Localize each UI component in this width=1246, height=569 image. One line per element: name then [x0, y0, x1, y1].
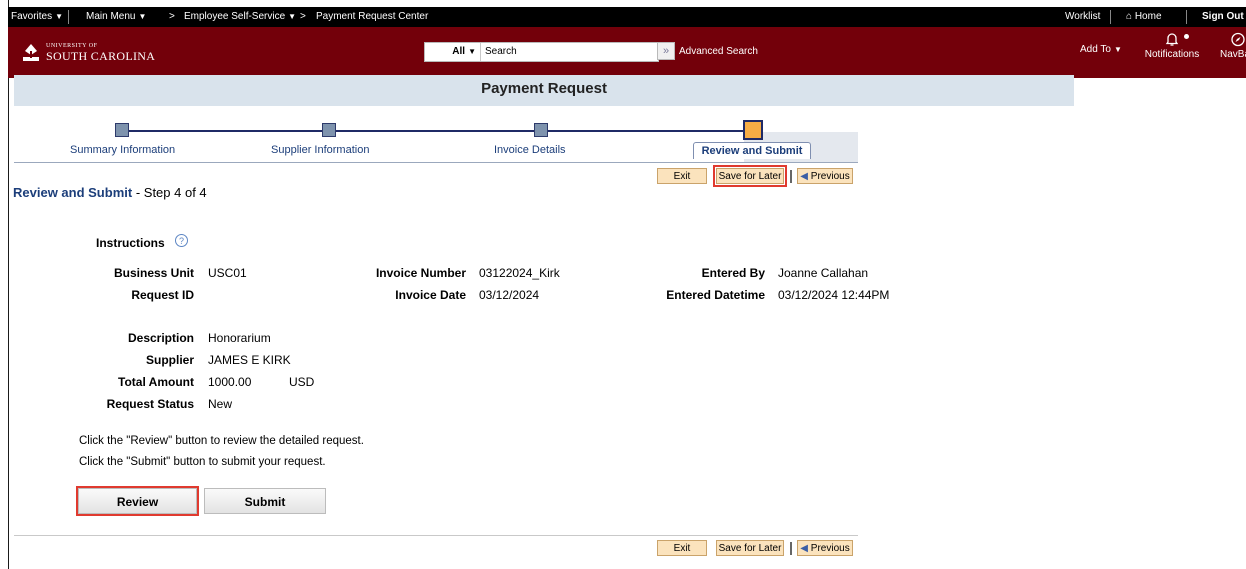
total-amount-label: Total Amount — [118, 375, 194, 389]
step-baseline — [14, 162, 858, 163]
chevron-left-icon: ◀ — [800, 543, 808, 554]
previous-button-top[interactable]: ◀ Previous — [797, 168, 853, 184]
chevron-down-icon: ▼ — [288, 12, 297, 21]
step-review-and-submit[interactable]: Review and Submit — [693, 142, 811, 159]
breadcrumb-payment-request-center[interactable]: Payment Request Center — [316, 11, 428, 22]
advanced-search-link[interactable]: Advanced Search — [679, 46, 758, 57]
divider — [790, 170, 792, 183]
logo-text-line2: SOUTH CAROLINA — [46, 49, 156, 63]
description-value: Honorarium — [208, 331, 271, 345]
supplier-value: JAMES E KIRK — [208, 353, 291, 367]
notifications-button[interactable]: Notifications — [1142, 32, 1202, 60]
favorites-menu[interactable]: Favorites ▼ — [11, 11, 63, 22]
step-invoice-details[interactable]: Invoice Details — [494, 144, 566, 156]
search-input[interactable] — [485, 44, 653, 58]
submit-button[interactable]: Submit — [204, 488, 326, 514]
step-heading: Review and Submit - Step 4 of 4 — [13, 185, 207, 200]
divider — [790, 542, 792, 555]
compass-icon — [1231, 32, 1245, 47]
previous-button-bottom[interactable]: ◀ Previous — [797, 540, 853, 556]
page-title-bar: Payment Request — [14, 75, 1074, 106]
divider — [1186, 10, 1187, 24]
step-summary-information[interactable]: Summary Information — [70, 144, 175, 156]
step-supplier-information[interactable]: Supplier Information — [271, 144, 369, 156]
instructions-label: Instructions — [96, 236, 165, 250]
step-title: Review and Submit — [13, 185, 133, 200]
breadcrumb-separator-icon: > — [300, 11, 306, 22]
step-node-invoice[interactable] — [534, 123, 548, 137]
supplier-label: Supplier — [145, 353, 194, 367]
description-label: Description — [127, 331, 194, 345]
step-node-summary[interactable] — [115, 123, 129, 137]
home-icon: ⌂ — [1126, 11, 1133, 22]
total-amount-value: 1000.00 — [208, 375, 252, 389]
save-for-later-button-top[interactable]: Save for Later — [713, 165, 787, 187]
double-chevron-right-icon: » — [662, 45, 670, 57]
divider — [68, 10, 69, 24]
invoice-date-value: 03/12/2024 — [479, 288, 540, 302]
university-logo[interactable]: UNIVERSITY OF SOUTH CAROLINA — [22, 41, 155, 67]
exit-button-top[interactable]: Exit — [657, 168, 707, 184]
add-to-menu[interactable]: Add To ▼ — [1080, 44, 1122, 55]
invoice-date-label: Invoice Date — [395, 288, 466, 302]
request-status-value: New — [208, 397, 233, 411]
search-scope-dropdown[interactable]: All ▼ — [425, 43, 481, 61]
request-id-label: Request ID — [131, 288, 194, 302]
bell-icon — [1165, 33, 1179, 46]
entered-datetime-value: 03/12/2024 12:44PM — [778, 288, 890, 302]
navbar-button[interactable]: NavBar — [1220, 32, 1246, 60]
step-node-supplier[interactable] — [322, 123, 336, 137]
invoice-number-value: 03122024_Kirk — [479, 266, 560, 280]
page-title: Payment Request — [481, 80, 607, 97]
university-seal-icon — [23, 44, 39, 61]
step-node-review[interactable] — [743, 120, 763, 140]
chevron-down-icon: ▼ — [55, 12, 64, 21]
top-nav-bar: Favorites ▼ Main Menu ▼ > Employee Self-Se… — [8, 7, 1246, 27]
business-unit-value: USC01 — [208, 266, 247, 280]
help-icon[interactable]: ? — [175, 234, 188, 247]
business-unit-label: Business Unit — [113, 266, 194, 280]
review-button[interactable]: Review — [76, 486, 199, 516]
search-go-button[interactable]: » — [657, 42, 675, 60]
notification-dot — [1184, 34, 1189, 39]
review-instruction-text: Click the "Review" button to review the … — [79, 435, 364, 447]
save-for-later-button-bottom[interactable]: Save for Later — [716, 540, 784, 556]
chevron-left-icon: ◀ — [800, 171, 808, 182]
main-menu[interactable]: Main Menu ▼ — [86, 11, 146, 22]
bottom-divider — [14, 535, 858, 536]
left-border — [8, 0, 9, 569]
worklist-link[interactable]: Worklist — [1065, 11, 1100, 22]
search-bar: All ▼ — [424, 42, 659, 62]
step-connector-line — [122, 130, 762, 132]
entered-by-label: Entered By — [701, 266, 765, 280]
chevron-down-icon: ▼ — [1113, 45, 1122, 54]
home-link[interactable]: ⌂ Home — [1126, 11, 1162, 22]
main-header: UNIVERSITY OF SOUTH CAROLINA All▼ » Adva… — [8, 27, 1246, 78]
exit-button-bottom[interactable]: Exit — [657, 540, 707, 556]
submit-instruction-text: Click the "Submit" button to submit your… — [79, 456, 326, 468]
sign-out-link[interactable]: Sign Out — [1202, 11, 1244, 22]
breadcrumb-employee-self-service[interactable]: Employee Self-Service ▼ — [184, 11, 296, 22]
entered-by-value: Joanne Callahan — [778, 266, 869, 280]
chevron-down-icon: ▼ — [138, 12, 147, 21]
currency-value: USD — [289, 375, 315, 389]
chevron-down-icon: ▼ — [468, 47, 476, 56]
request-status-label: Request Status — [106, 397, 194, 411]
breadcrumb-separator-icon: > — [169, 11, 175, 22]
invoice-number-label: Invoice Number — [375, 266, 466, 280]
divider — [1110, 10, 1111, 24]
entered-datetime-label: Entered Datetime — [666, 288, 765, 302]
step-progress: Summary Information Supplier Information… — [14, 118, 858, 164]
step-count: - Step 4 of 4 — [135, 185, 207, 200]
